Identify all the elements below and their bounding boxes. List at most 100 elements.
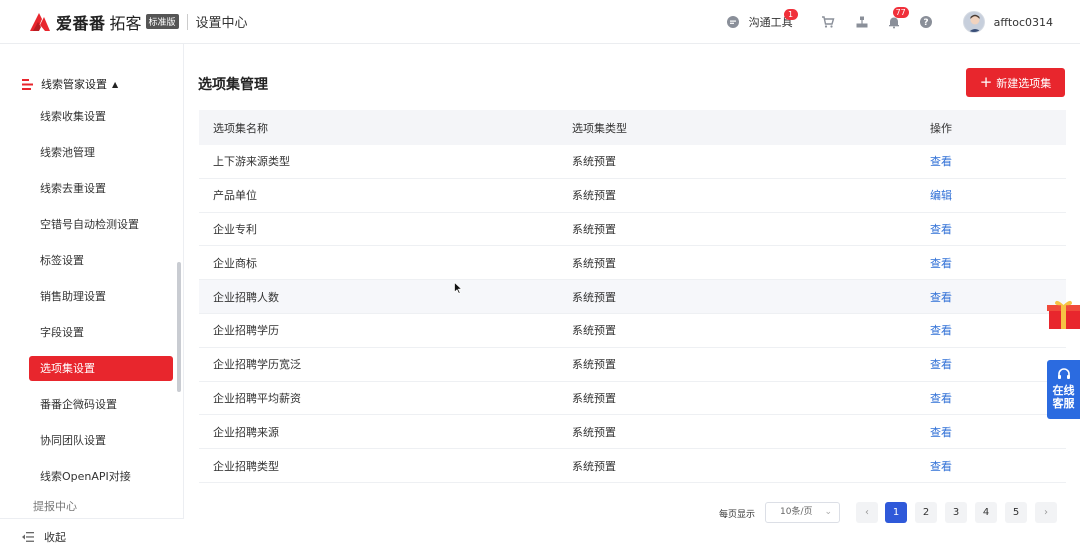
view-link[interactable]: 查看 [930, 392, 952, 405]
page-button-2[interactable]: 2 [915, 502, 937, 523]
sidebar-group-label: 线索管家设置 [41, 78, 107, 91]
cell-name: 企业专利 [213, 222, 257, 236]
view-link[interactable]: 查看 [930, 426, 952, 439]
top-header: 爱番番 拓客 标准版 设置中心 沟通工具 1 77 ? afftoc0314 [0, 0, 1080, 44]
sidebar-item-lead-collection[interactable]: 线索收集设置 [29, 104, 173, 129]
collapse-sidebar-button[interactable]: 收起 [0, 518, 184, 555]
option-set-table: 选项集名称 选项集类型 操作 上下游来源类型 系统预置 查看 产品单位 系统预置… [199, 110, 1066, 483]
header-actions: 沟通工具 1 77 ? afftoc0314 [726, 0, 1080, 44]
cell-name: 企业招聘学历宽泛 [213, 358, 301, 372]
view-link[interactable]: 查看 [930, 324, 952, 337]
cell-type: 系统预置 [572, 222, 616, 236]
cell-name: 企业招聘平均薪资 [213, 391, 301, 405]
pagination: 每页显示 10条/页 ⌄ ‹ 1 2 3 4 5 › [184, 502, 1080, 524]
next-page-button[interactable]: › [1035, 502, 1057, 523]
column-header-name: 选项集名称 [213, 121, 268, 135]
avatar[interactable] [962, 11, 985, 33]
view-link[interactable]: 查看 [930, 155, 952, 168]
logo-name: 爱番番 [56, 13, 106, 33]
column-header-action: 操作 [930, 121, 952, 135]
sidebar-item-collab-team[interactable]: 协同团队设置 [29, 428, 173, 453]
new-option-set-label: 新建选项集 [996, 76, 1052, 90]
view-link[interactable]: 查看 [930, 358, 952, 371]
plus-icon: + [979, 73, 993, 91]
svg-text:?: ? [923, 18, 928, 28]
cell-name: 企业招聘类型 [213, 459, 279, 473]
cell-name: 企业招聘人数 [213, 290, 279, 304]
table-row: 企业招聘学历宽泛 系统预置 查看 [199, 348, 1066, 382]
mouse-cursor-icon [454, 282, 462, 294]
table-row: 企业商标 系统预置 查看 [199, 246, 1066, 281]
sidebar-scrollbar[interactable] [177, 262, 181, 392]
view-link[interactable]: 查看 [930, 291, 952, 304]
cell-name: 产品单位 [213, 189, 257, 203]
communication-tools-button[interactable]: 沟通工具 1 [726, 9, 798, 30]
table-row: 企业招聘平均薪资 系统预置 查看 [199, 382, 1066, 416]
sidebar: 线索管家设置 ▲ 线索收集设置 线索池管理 线索去重设置 空错号自动检测设置 标… [0, 44, 184, 555]
sidebar-item-wecom-code[interactable]: 番番企微码设置 [29, 392, 173, 417]
cell-name: 上下游来源类型 [213, 155, 290, 169]
collapse-label: 收起 [44, 531, 66, 544]
header-divider [186, 13, 188, 30]
page-button-4[interactable]: 4 [975, 502, 997, 523]
caret-up-icon: ▲ [112, 79, 119, 89]
view-link[interactable]: 查看 [930, 460, 952, 473]
table-row: 企业招聘来源 系统预置 查看 [199, 415, 1066, 450]
sidebar-item-option-sets[interactable]: 选项集设置 [29, 356, 173, 381]
help-icon[interactable]: ? [919, 15, 933, 29]
menu-lines-icon [22, 78, 33, 90]
collapse-icon [22, 532, 34, 542]
page-button-3[interactable]: 3 [945, 502, 967, 523]
section-title: 设置中心 [195, 16, 248, 31]
view-link[interactable]: 查看 [930, 223, 952, 236]
chevron-down-icon: ⌄ [824, 507, 832, 517]
sidebar-item-sales-assistant[interactable]: 销售助理设置 [29, 284, 173, 309]
page-title: 选项集管理 [198, 77, 268, 93]
cell-name: 企业招聘学历 [213, 324, 279, 338]
table-row: 企业招聘学历 系统预置 查看 [199, 314, 1066, 348]
sidebar-group-lead-manager[interactable]: 线索管家设置 ▲ [22, 76, 118, 92]
cell-type: 系统预置 [572, 155, 616, 169]
logo-sub: 拓客 [109, 13, 142, 33]
sidebar-item-lead-dedup[interactable]: 线索去重设置 [29, 176, 173, 201]
table-row: 产品单位 系统预置 编辑 [199, 179, 1066, 213]
edition-badge: 标准版 [145, 14, 179, 29]
edit-link[interactable]: 编辑 [930, 189, 952, 202]
main-content: 选项集管理 + 新建选项集 选项集名称 选项集类型 操作 上下游来源类型 系统预… [184, 44, 1080, 555]
chat-bubble-icon [726, 16, 739, 28]
view-link[interactable]: 查看 [930, 257, 952, 270]
cell-type: 系统预置 [572, 290, 616, 304]
cell-type: 系统预置 [572, 391, 616, 405]
new-option-set-button[interactable]: + 新建选项集 [966, 68, 1065, 97]
table-row: 上下游来源类型 系统预置 查看 [199, 145, 1066, 179]
sidebar-group-partial[interactable]: 提报中心 [22, 500, 166, 514]
org-structure-icon[interactable] [855, 15, 869, 29]
cell-type: 系统预置 [572, 358, 616, 372]
cart-icon[interactable] [821, 15, 835, 29]
sidebar-item-fields[interactable]: 字段设置 [29, 320, 173, 345]
online-service-button[interactable]: 在线 客服 [1047, 360, 1080, 419]
sidebar-item-invalid-number-check[interactable]: 空错号自动检测设置 [29, 212, 173, 237]
sidebar-item-openapi[interactable]: 线索OpenAPI对接 [29, 464, 173, 489]
sidebar-item-tags[interactable]: 标签设置 [29, 248, 173, 273]
service-label-line1: 在线 [1052, 384, 1075, 397]
username[interactable]: afftoc0314 [994, 16, 1053, 29]
table-row: 企业专利 系统预置 查看 [199, 213, 1066, 247]
page-button-1[interactable]: 1 [885, 502, 907, 523]
page-button-5[interactable]: 5 [1005, 502, 1027, 523]
page-size-value: 10条/页 [780, 507, 813, 517]
cell-type: 系统预置 [572, 256, 616, 270]
page-size-select[interactable]: 10条/页 ⌄ [765, 502, 840, 523]
cell-type: 系统预置 [572, 189, 616, 203]
column-header-type: 选项集类型 [572, 121, 627, 135]
prev-page-button[interactable]: ‹ [856, 502, 878, 523]
table-row: 企业招聘类型 系统预置 查看 [199, 449, 1066, 483]
logo-mark-icon [30, 12, 50, 31]
gift-icon[interactable] [1047, 298, 1080, 330]
cell-name: 企业商标 [213, 256, 257, 270]
cell-type: 系统预置 [572, 425, 616, 439]
brand-logo[interactable]: 爱番番 拓客 标准版 [28, 10, 179, 34]
notification-bell-icon[interactable]: 77 [887, 7, 909, 29]
sidebar-item-lead-pool[interactable]: 线索池管理 [29, 140, 173, 165]
cell-type: 系统预置 [572, 324, 616, 338]
